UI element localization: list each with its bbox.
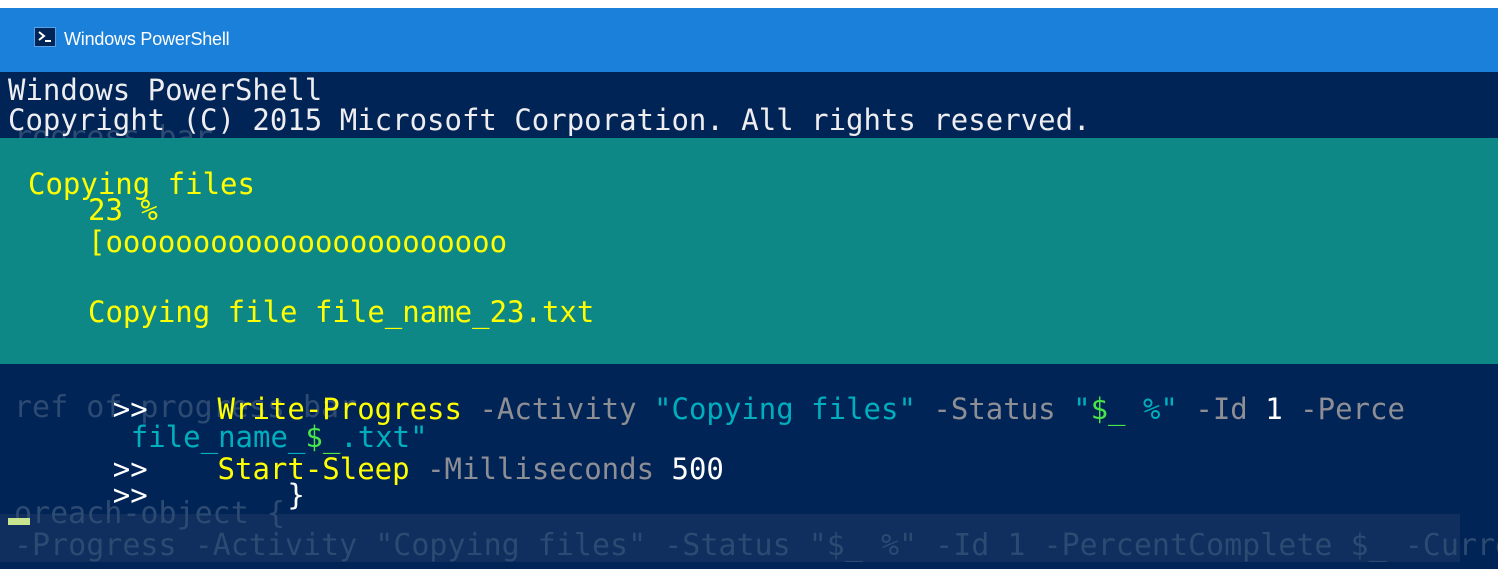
parameter: -Id xyxy=(1195,392,1248,426)
parameter: -Activity xyxy=(479,392,637,426)
header-line-1: Windows PowerShell xyxy=(8,73,323,107)
window-title: Windows PowerShell xyxy=(64,29,230,49)
prompt: >> xyxy=(112,478,148,512)
progress-percent: 23 % xyxy=(88,193,158,227)
parameter: -Status xyxy=(933,392,1056,426)
code-line-1: >> Write-Progress -Activity "Copying fil… xyxy=(8,366,1405,424)
ghost-text-4: -Progress -Activity "Copying files" -Sta… xyxy=(14,528,1498,563)
text-cursor xyxy=(8,518,30,525)
code-line-4: >> } xyxy=(8,452,305,510)
powershell-icon xyxy=(34,27,56,47)
parameter: -Milliseconds xyxy=(427,452,655,486)
powershell-window: Windows PowerShell rogress bar ref of pr… xyxy=(0,8,1498,569)
console-area[interactable]: rogress bar ref of progress bar oreach-o… xyxy=(0,72,1498,569)
string: %" xyxy=(1125,392,1178,426)
closing-brace: } xyxy=(287,478,305,512)
code-line-2: file_name_$_.txt" xyxy=(26,394,428,452)
number: 1 xyxy=(1265,392,1283,426)
string: "Copying files" xyxy=(654,392,916,426)
progress-bar: [ooooooooooooooooooooooo xyxy=(88,225,508,259)
string: " xyxy=(1073,392,1091,426)
parameter: -Perce xyxy=(1300,392,1405,426)
number: 500 xyxy=(671,452,724,486)
header-line-2: Copyright (C) 2015 Microsoft Corporation… xyxy=(8,103,1091,137)
progress-panel: Copying files 23 % [oooooooooooooooooooo… xyxy=(0,138,1498,364)
code-line-3: >> Start-Sleep -Milliseconds 500 xyxy=(8,426,724,484)
title-bar[interactable]: Windows PowerShell xyxy=(0,8,1498,72)
variable: $_ xyxy=(1090,392,1126,426)
progress-status: Copying file file_name_23.txt xyxy=(88,295,595,329)
